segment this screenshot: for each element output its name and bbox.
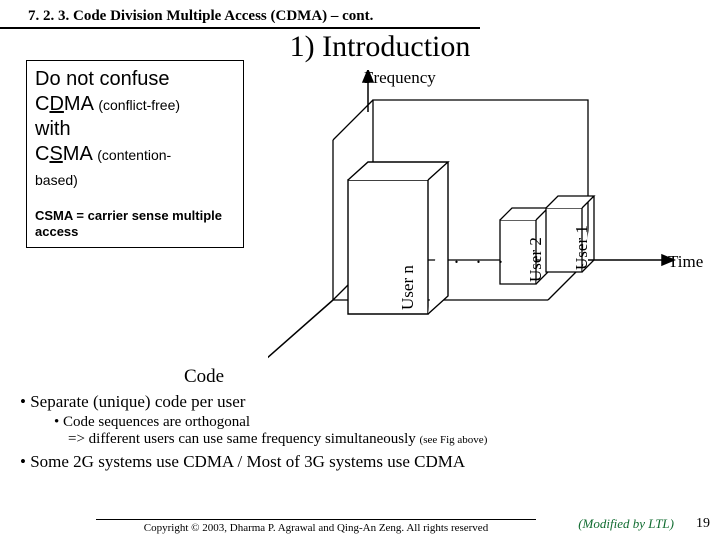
cdma-3d-diagram: Frequency Time User n User 2 User 1 . . … [268, 70, 648, 350]
note-box: Do not confuse CDMA (conflict-free) with… [26, 60, 244, 248]
t: MA [63, 143, 97, 165]
note-l1: Do not confuse [35, 67, 235, 92]
copyright-text: Copyright © 2003, Dharma P. Agrawal and … [96, 519, 536, 534]
bullet-3: • Some 2G systems use CDMA / Most of 3G … [20, 452, 710, 472]
user-1-label: User 1 [572, 225, 592, 270]
t: (see Fig above) [420, 434, 488, 446]
note-l3: with [35, 117, 235, 142]
user-n-label: User n [398, 265, 418, 310]
axes-and-cubes-svg [268, 70, 688, 370]
t: S [49, 143, 62, 165]
t: C [35, 93, 49, 115]
t: C [35, 143, 49, 165]
axis-code-label: Code [184, 366, 224, 388]
slide-title: 1) Introduction [240, 30, 520, 64]
bullet-2b: => different users can use same frequenc… [68, 431, 710, 448]
ellipsis-dots: . . . [454, 246, 509, 269]
t: based) [35, 172, 78, 188]
t: MA [64, 93, 98, 115]
note-l4: CSMA (contention- [35, 142, 235, 167]
t: D [49, 93, 63, 115]
axis-frequency-label: Frequency [364, 68, 436, 88]
section-header: 7. 2. 3. Code Division Multiple Access (… [0, 0, 480, 29]
user-2-label: User 2 [526, 237, 546, 282]
footer: Copyright © 2003, Dharma P. Agrawal and … [0, 519, 720, 534]
bullet-list: • Separate (unique) code per user • Code… [20, 392, 710, 472]
t: (conflict-free) [98, 97, 180, 113]
page-number: 19 [696, 516, 710, 532]
t: (contention- [97, 147, 171, 163]
bullet-1: • Separate (unique) code per user [20, 392, 710, 412]
modified-by-text: (Modified by LTL) [578, 516, 674, 532]
bullet-2: • Code sequences are orthogonal [54, 414, 710, 431]
t: => different users can use same frequenc… [68, 431, 420, 447]
note-l2: CDMA (conflict-free) [35, 92, 235, 117]
note-l5: based) [35, 167, 235, 192]
csma-definition: CSMA = carrier sense multiple access [35, 208, 235, 239]
axis-time-label: Time [668, 252, 703, 272]
